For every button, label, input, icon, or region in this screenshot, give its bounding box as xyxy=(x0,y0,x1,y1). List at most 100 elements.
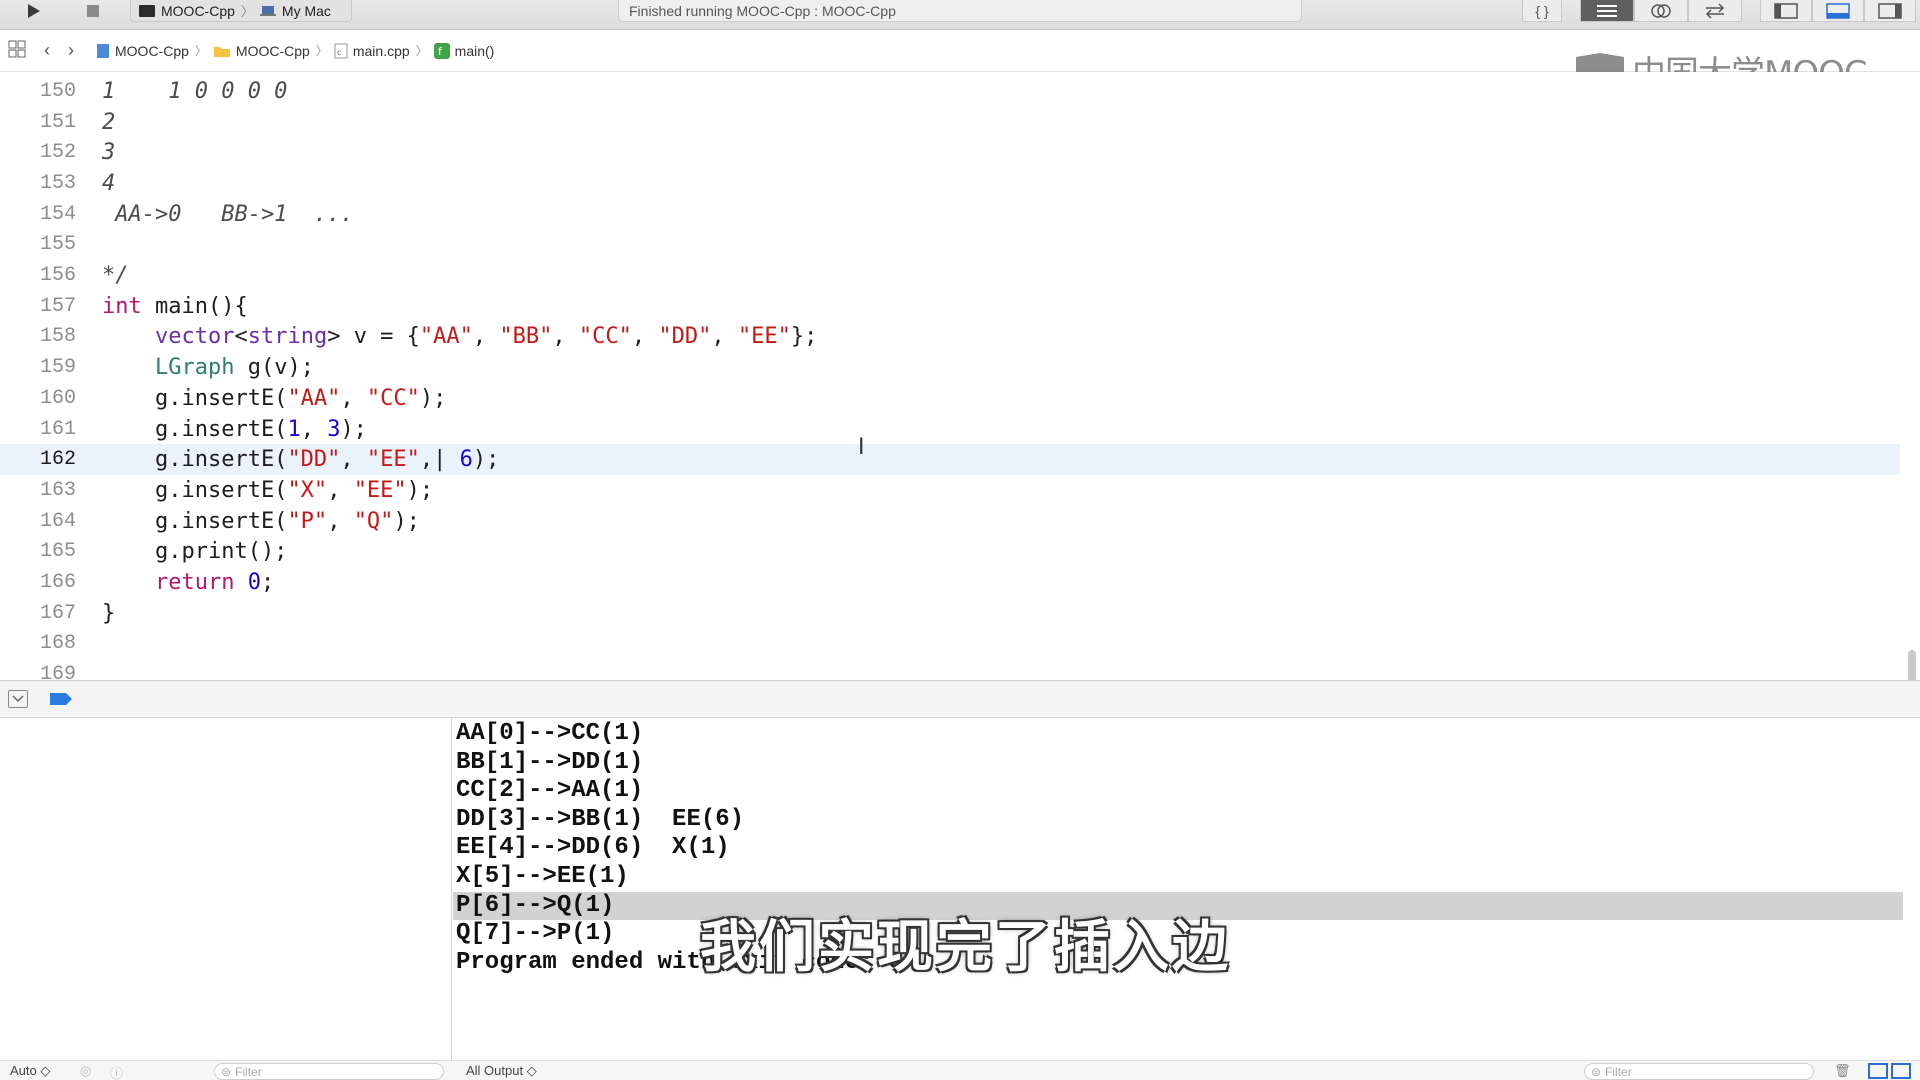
code-token: return xyxy=(154,570,235,596)
code-token: g.insertE( xyxy=(102,477,288,503)
breadcrumb-project[interactable]: MOOC-Cpp xyxy=(96,43,189,59)
destination-name: My Mac xyxy=(281,2,331,19)
variables-view xyxy=(0,718,452,1080)
forward-button[interactable]: › xyxy=(68,40,74,61)
standard-editor-button[interactable] xyxy=(1580,0,1634,22)
breadcrumb-group[interactable]: MOOC-Cpp xyxy=(213,43,310,59)
code-token: , xyxy=(631,324,659,350)
code-token: "DD" xyxy=(287,447,341,473)
code-line[interactable]: 168 xyxy=(0,629,1900,660)
source-editor[interactable]: 150 1 1 0 0 0 0 151 2 152 3 153 4 154 AA->0 BB->… xyxy=(0,72,1920,714)
code-line[interactable]: 153 4 xyxy=(0,168,1900,199)
breakpoints-toggle-icon[interactable] xyxy=(50,693,72,705)
laptop-icon xyxy=(259,5,276,16)
info-icon[interactable]: ⓘ xyxy=(110,1063,123,1080)
console-output[interactable]: AA[0]-->CC(1) BB[1]-->DD(1) CC[2]-->AA(1) D… xyxy=(453,718,1920,1060)
project-icon xyxy=(97,43,109,58)
console-line: BB[1]-->DD(1) xyxy=(456,748,644,776)
terminal-icon xyxy=(139,4,155,17)
toggle-debug-area-button[interactable] xyxy=(1812,0,1864,22)
code-line[interactable]: 156 */ xyxy=(0,260,1900,291)
video-subtitle: 我们实现完了插入边 xyxy=(700,915,1231,980)
code-token: LGraph xyxy=(154,355,235,381)
breadcrumb-symbol[interactable]: f main() xyxy=(433,42,494,59)
code-token: "AA" xyxy=(287,385,341,411)
stop-button[interactable] xyxy=(74,0,112,22)
code-line[interactable]: 152 3 xyxy=(0,137,1900,168)
code-line[interactable]: 155 xyxy=(0,230,1900,261)
code-token: , xyxy=(472,324,500,350)
line-number: 162 xyxy=(39,448,76,472)
trash-icon[interactable]: 🗑 xyxy=(1834,1063,1851,1079)
code-token: "CC" xyxy=(578,324,632,350)
breadcrumb-file[interactable]: c main.cpp xyxy=(334,43,410,59)
related-items-icon[interactable] xyxy=(8,40,26,61)
assistant-editor-button[interactable] xyxy=(1634,0,1688,22)
code-line[interactable]: 164 g.insertE("P", "Q"); xyxy=(0,506,1900,537)
toolbar: MOOC-Cpp 〉 My Mac Finished running MOOC-… xyxy=(0,0,1920,30)
code-token: 6 xyxy=(459,447,473,473)
code-token: 2 xyxy=(102,109,116,135)
code-token: g.insertE( xyxy=(102,447,288,473)
code-text: 2 xyxy=(102,110,115,135)
code-line[interactable]: 157 int main(){ xyxy=(0,291,1900,322)
console-filter-input[interactable]: ⊜ Filter xyxy=(1584,1063,1814,1080)
code-token: }; xyxy=(790,324,818,350)
line-number: 159 xyxy=(39,356,76,380)
lines-icon xyxy=(1597,4,1617,17)
split-view-toggle[interactable] xyxy=(1868,1063,1912,1079)
code-line[interactable]: 160 g.insertE("AA", "CC"); xyxy=(0,383,1900,414)
function-icon: f xyxy=(433,42,450,59)
scheme-selector[interactable]: MOOC-Cpp 〉 My Mac xyxy=(130,0,352,22)
code-line[interactable]: 150 1 1 0 0 0 0 xyxy=(0,76,1900,107)
line-number: 154 xyxy=(39,202,76,226)
code-token: } xyxy=(102,600,116,626)
code-line[interactable]: 154 AA->0 BB->1 ... xyxy=(0,199,1900,230)
code-token: g.insertE( xyxy=(102,508,288,534)
code-token: AA->0 BB->1 ... xyxy=(102,201,354,227)
variables-filter-input[interactable]: ⊜ Filter xyxy=(214,1063,444,1080)
toggle-navigator-button[interactable] xyxy=(1760,0,1812,22)
hide-debug-area-button[interactable] xyxy=(8,690,28,708)
console-line: EE[4]-->DD(6) X(1) xyxy=(456,834,730,862)
eye-icon[interactable]: ◎ xyxy=(80,1063,91,1079)
code-text: LGraph g(v); xyxy=(102,355,314,380)
console-line: AA[0]-->CC(1) xyxy=(456,720,644,747)
variables-scope-selector[interactable]: Auto ◇ xyxy=(10,1063,50,1079)
code-line[interactable]: 167} xyxy=(0,598,1900,629)
code-token: , xyxy=(327,477,354,503)
code-line[interactable]: 159 LGraph g(v); xyxy=(0,352,1900,383)
back-button[interactable]: ‹ xyxy=(44,40,50,61)
line-number: 150 xyxy=(39,79,76,103)
chevron-right-icon: 〉 xyxy=(415,44,428,58)
code-text: g.insertE("X", "EE"); xyxy=(102,478,433,503)
code-token: , xyxy=(340,447,367,473)
version-editor-button[interactable] xyxy=(1688,0,1742,22)
code-line[interactable]: 158 vector<string> v = {"AA", "BB", "CC"… xyxy=(0,322,1900,353)
run-button[interactable] xyxy=(14,0,52,22)
code-token: , xyxy=(300,416,328,442)
line-number: 160 xyxy=(39,386,76,410)
debug-bottom-bar: Auto ◇ ◎ ⓘ ⊜ Filter All Output ◇ ⊜ Filte… xyxy=(0,1060,1920,1080)
toggle-utilities-button[interactable] xyxy=(1864,0,1916,22)
i-beam-cursor-icon: I xyxy=(858,435,865,460)
output-mode-selector[interactable]: All Output ◇ xyxy=(466,1063,537,1079)
code-line[interactable]: 165 g.print(); xyxy=(0,537,1900,568)
code-line[interactable]: 163 g.insertE("X", "EE"); xyxy=(0,475,1900,506)
cpp-file-icon: c xyxy=(334,43,348,58)
code-token: int xyxy=(102,293,142,319)
code-token: vector xyxy=(154,324,235,350)
code-line[interactable]: 161 g.insertE(1, 3); xyxy=(0,414,1900,445)
code-line[interactable]: 166 return 0; xyxy=(0,567,1900,598)
code-line[interactable]: 151 2 xyxy=(0,107,1900,138)
code-line-current[interactable]: 162 g.insertE("DD", "EE",| 6); xyxy=(0,444,1900,476)
code-token: ); xyxy=(393,508,420,534)
code-text: g.insertE(1, 3); xyxy=(102,417,367,442)
split-panes-icon xyxy=(1868,1063,1911,1079)
folder-icon xyxy=(213,46,230,57)
code-token: "BB" xyxy=(499,324,553,350)
code-token: > v = { xyxy=(327,324,420,350)
library-button[interactable]: { } xyxy=(1522,0,1562,22)
code-token: "EE" xyxy=(353,477,407,503)
